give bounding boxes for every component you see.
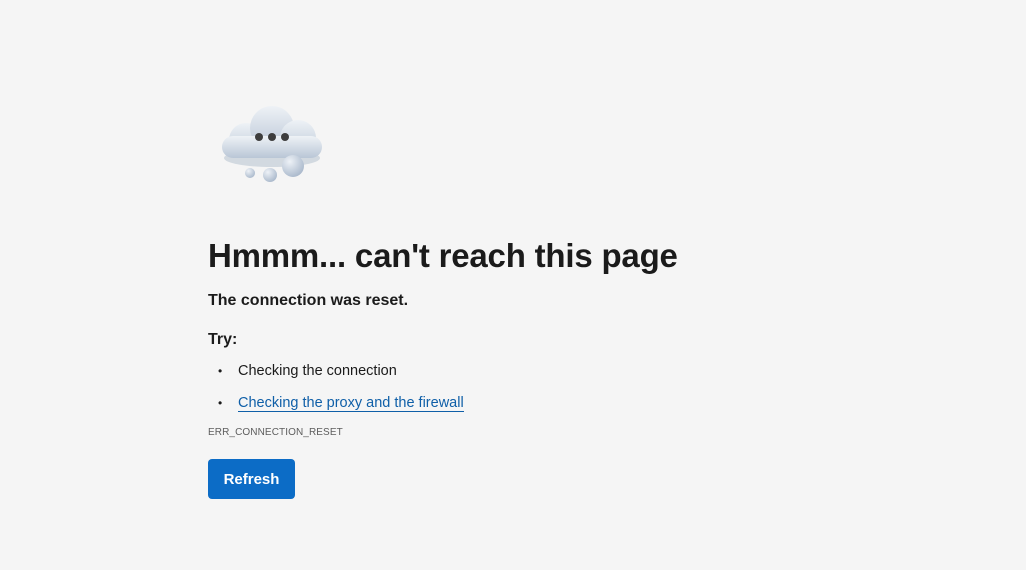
refresh-button[interactable]: Refresh — [208, 459, 295, 499]
bullet-icon: • — [218, 396, 223, 410]
dots-icon — [255, 133, 289, 141]
suggestion-text: Checking the connection — [238, 363, 397, 379]
error-page: Hmmm... can't reach this page The connec… — [0, 0, 1026, 570]
cloud-thinking-icon — [222, 106, 322, 182]
suggestion-item-check-proxy: • Checking the proxy and the firewall — [208, 394, 908, 412]
error-content: Hmmm... can't reach this page The connec… — [208, 236, 908, 499]
bullet-icon: • — [218, 364, 223, 378]
suggestion-item-check-connection: • Checking the connection — [208, 362, 908, 380]
suggestion-list: • Checking the connection • Checking the… — [208, 362, 908, 412]
try-label: Try: — [208, 331, 238, 348]
proxy-firewall-link[interactable]: Checking the proxy and the firewall — [238, 395, 464, 412]
page-title: Hmmm... can't reach this page — [208, 237, 678, 274]
error-code: ERR_CONNECTION_RESET — [208, 427, 343, 438]
error-subtitle: The connection was reset. — [208, 292, 409, 309]
